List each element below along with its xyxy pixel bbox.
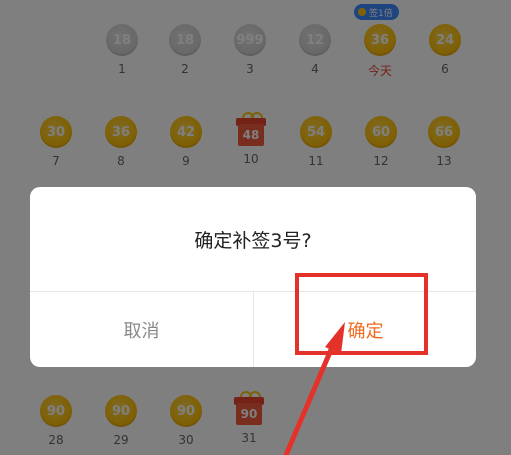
pointer-arrow-icon — [283, 322, 345, 455]
